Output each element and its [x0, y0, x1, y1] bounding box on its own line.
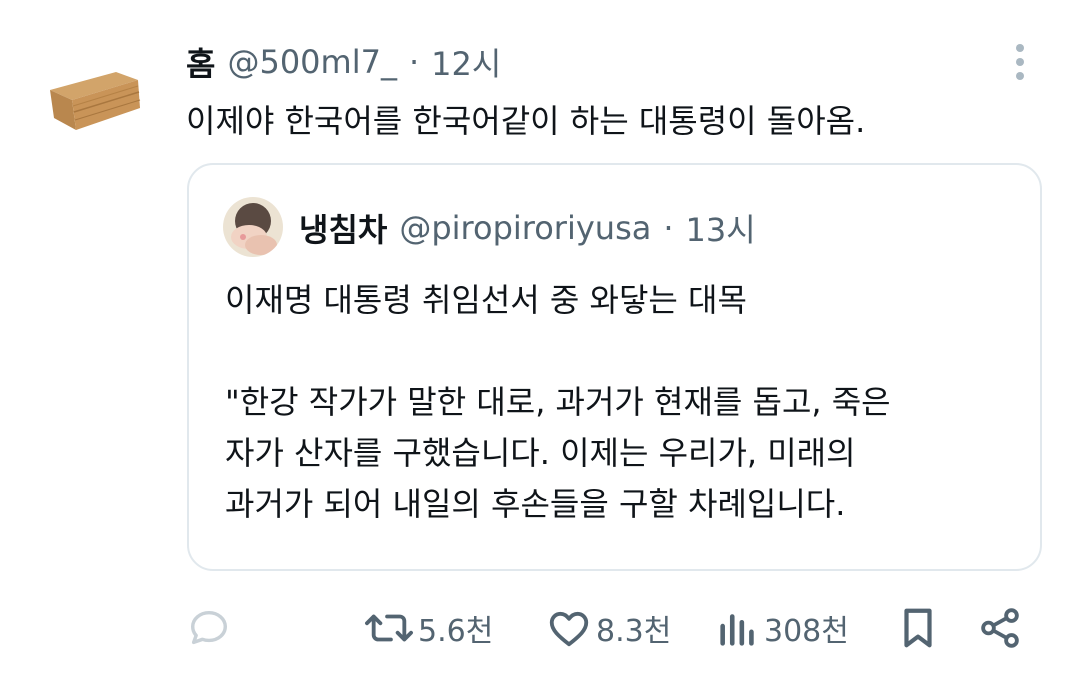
share-button[interactable]: [976, 600, 1024, 656]
separator-dot: ·: [663, 209, 674, 247]
quote-author-handle[interactable]: @piropiroriyusa: [399, 209, 651, 247]
timestamp[interactable]: 12시: [431, 39, 501, 85]
retweet-icon: [365, 614, 413, 642]
reply-button[interactable]: [186, 600, 232, 656]
separator-dot: ·: [408, 43, 420, 81]
author-name[interactable]: 홈: [186, 39, 215, 85]
tweet-text: 이제야 한국어를 한국어같이 하는 대통령이 돌아옴.: [186, 102, 866, 140]
wooden-box-avatar-image: [50, 72, 141, 130]
tweet[interactable]: 홈 @500ml7_ · 12시 이제야 한국어를 한국어같이 하는 대통령이 …: [0, 0, 1080, 687]
character-avatar-image: [223, 197, 283, 257]
avatar[interactable]: [46, 66, 142, 138]
views-button[interactable]: 308천: [716, 600, 849, 656]
quote-text: 이재명 대통령 취임선서 중 와닿는 대목 "한강 작가가 말한 대로, 과거가…: [225, 281, 891, 523]
views-count: 308천: [764, 614, 849, 649]
quote-author-name[interactable]: 냉침차: [299, 205, 387, 251]
retweet-button[interactable]: 5.6천: [364, 600, 493, 656]
views-icon: [720, 614, 754, 646]
tweet-header: 홈 @500ml7_ · 12시: [186, 40, 501, 84]
action-bar: 5.6천 8.3천 308천: [0, 600, 1080, 656]
heart-icon: [549, 611, 589, 647]
reply-icon: [190, 610, 228, 645]
quote-avatar[interactable]: [223, 197, 283, 257]
quote-header: 냉침차 @piropiroriyusa · 13시: [299, 205, 756, 251]
retweet-count: 5.6천: [418, 614, 494, 649]
author-handle[interactable]: @500ml7_: [227, 43, 397, 81]
like-count: 8.3천: [596, 614, 672, 649]
quoted-tweet[interactable]: 냉침차 @piropiroriyusa · 13시 이재명 대통령 취임선서 중…: [187, 163, 1042, 571]
more-vertical-icon[interactable]: [1006, 40, 1034, 84]
share-icon: [981, 608, 1019, 648]
bookmark-button[interactable]: [896, 600, 940, 656]
like-button[interactable]: 8.3천: [546, 600, 671, 656]
quote-timestamp[interactable]: 13시: [686, 205, 756, 251]
bookmark-icon: [904, 608, 932, 648]
